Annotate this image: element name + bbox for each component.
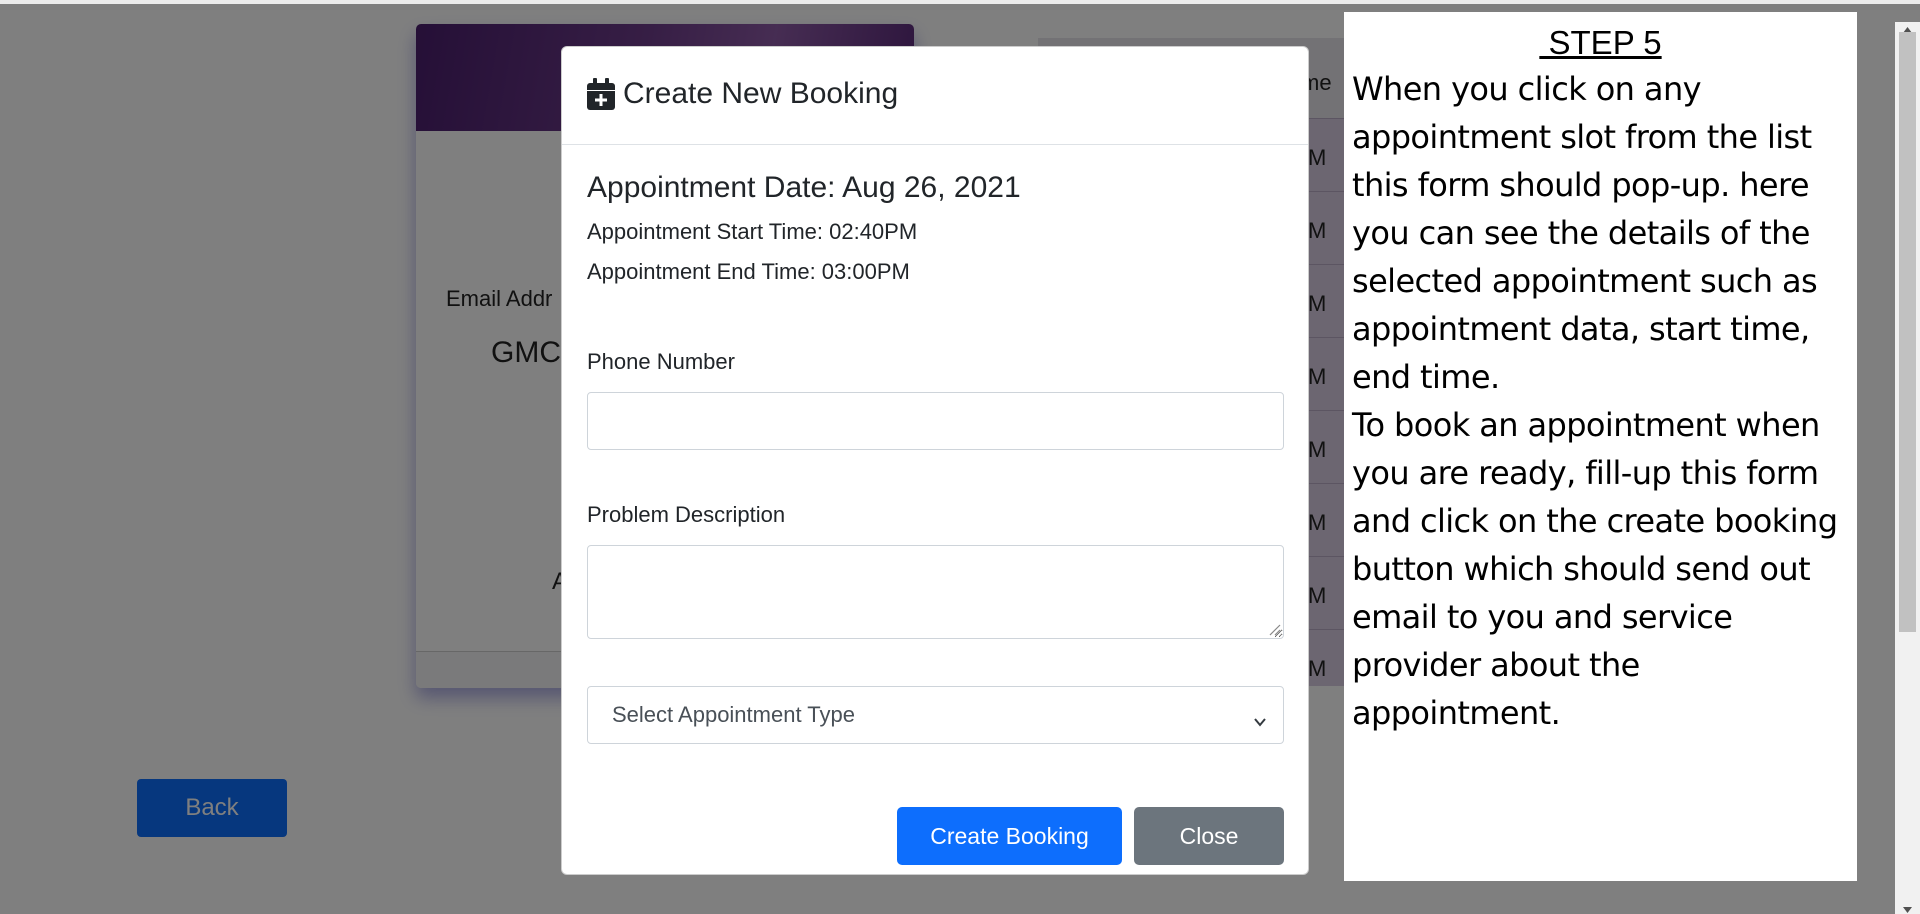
phone-number-input[interactable] [587,392,1284,450]
page: Email Addr GMC A me M M M M M M M M Back [0,0,1920,914]
problem-description-textarea[interactable] [587,545,1284,639]
instruction-panel: STEP 5 When you click on any appointment… [1344,12,1857,881]
appointment-type-selected: Select Appointment Type [612,702,855,727]
appointment-type-select[interactable]: Select Appointment Type [587,686,1284,744]
modal-header: Create New Booking [562,47,1308,145]
appointment-start-time: Appointment Start Time: 02:40PM [587,219,918,244]
problem-description-label: Problem Description [587,502,786,527]
close-button[interactable]: Close [1134,807,1284,865]
create-booking-modal: Create New Booking Appointment Date: Aug… [561,46,1309,875]
appointment-end-time: Appointment End Time: 03:00PM [587,259,910,284]
step-title: STEP 5 [1539,24,1662,61]
scroll-up-arrow-icon[interactable] [1901,22,1914,33]
create-booking-button[interactable]: Create Booking [897,807,1122,865]
appointment-date: Appointment Date: Aug 26, 2021 [587,171,1021,204]
modal-title-text: Create New Booking [623,77,899,110]
scroll-down-arrow-icon[interactable] [1901,902,1914,913]
instruction-paragraph: When you click on any appointment slot f… [1352,69,1818,396]
chevron-down-icon [1253,709,1267,727]
calendar-plus-icon [587,78,615,110]
instruction-paragraph: To book an appointment when you are read… [1352,405,1838,732]
scrollbar-thumb[interactable] [1899,32,1916,632]
vertical-scrollbar[interactable] [1895,22,1920,914]
resize-grip-icon[interactable] [1267,622,1281,636]
modal-title: Create New Booking [587,77,898,111]
phone-number-label: Phone Number [587,349,735,374]
